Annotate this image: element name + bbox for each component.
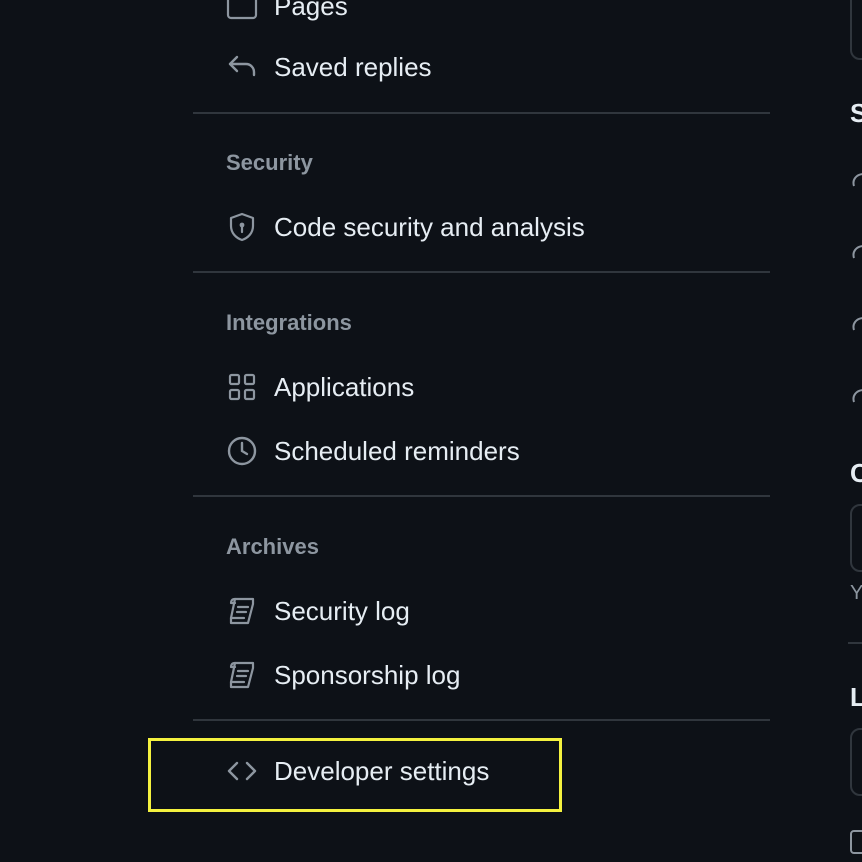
sidebar-item-label: Sponsorship log [274, 659, 461, 690]
sidebar-item-label: Developer settings [274, 755, 490, 786]
section-divider [193, 271, 770, 273]
input-field-partial[interactable] [850, 0, 862, 60]
browser-icon [226, 0, 258, 22]
sidebar-item-scheduled-reminders[interactable]: Scheduled reminders [226, 431, 520, 471]
section-title-integrations: Integrations [226, 310, 352, 335]
sidebar-item-label: Security log [274, 595, 410, 626]
apps-icon [226, 371, 258, 403]
sidebar-item-security-log[interactable]: Security log [226, 591, 410, 631]
link-icon [852, 245, 862, 259]
section-heading-partial: C [850, 458, 862, 488]
section-title-security: Security [226, 150, 313, 175]
sidebar-item-developer-settings[interactable]: Developer settings [226, 751, 489, 791]
section-divider [848, 642, 862, 644]
sidebar-item-label: Code security and analysis [274, 211, 585, 242]
section-divider [193, 112, 770, 114]
shield-lock-icon [226, 211, 258, 243]
section-title-archives: Archives [226, 534, 319, 559]
sidebar-item-code-security[interactable]: Code security and analysis [226, 207, 585, 247]
input-field-partial[interactable] [850, 504, 862, 572]
sidebar-item-saved-replies[interactable]: Saved replies [226, 47, 432, 87]
sidebar-item-label: Scheduled reminders [274, 435, 520, 466]
section-divider [193, 719, 770, 721]
section-divider [193, 495, 770, 497]
section-heading-partial: L [850, 682, 862, 712]
section-heading-partial: S [850, 98, 862, 128]
sidebar-item-label: Applications [274, 371, 415, 402]
code-icon [226, 755, 258, 787]
log-icon [226, 659, 258, 691]
main-content-partial: S C Y L [848, 0, 862, 862]
sidebar-item-label: Saved replies [274, 51, 432, 82]
reply-icon [226, 51, 258, 83]
settings-page: Pages Saved replies Security Code securi… [0, 0, 862, 862]
input-field-partial[interactable] [850, 728, 862, 796]
sidebar-item-label: Pages [274, 0, 348, 21]
link-icon [852, 173, 862, 187]
sidebar-item-applications[interactable]: Applications [226, 367, 414, 407]
link-icon [852, 389, 862, 403]
log-icon [226, 595, 258, 627]
sidebar-item-pages[interactable]: Pages [226, 0, 348, 26]
checkbox-partial[interactable] [850, 830, 862, 854]
link-icon [852, 317, 862, 331]
sidebar-item-sponsorship-log[interactable]: Sponsorship log [226, 655, 460, 695]
clock-icon [226, 435, 258, 467]
helper-text-partial: Y [850, 582, 862, 604]
